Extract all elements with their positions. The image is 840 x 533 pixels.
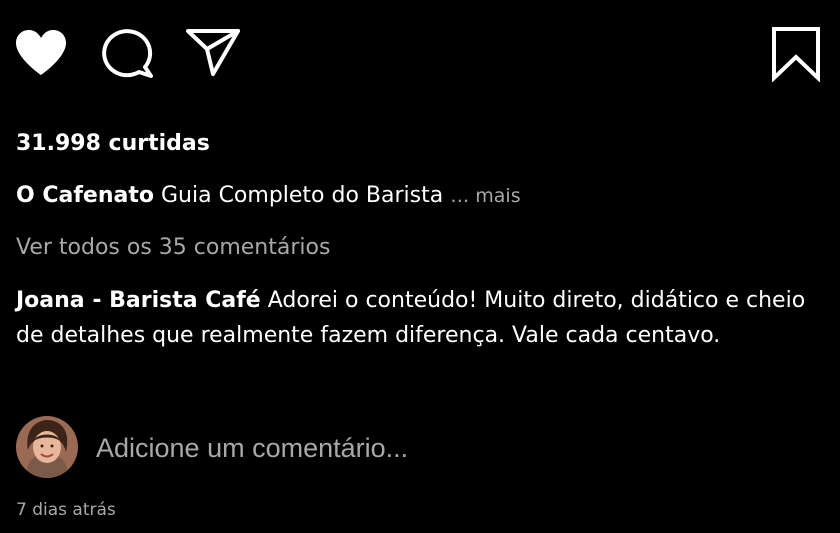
post-timestamp: 7 dias atrás xyxy=(16,500,116,520)
view-all-comments-link[interactable]: Ver todos os 35 comentários xyxy=(16,232,330,264)
caption-more-link[interactable]: … mais xyxy=(450,185,520,207)
bookmark-icon[interactable] xyxy=(770,26,822,82)
add-comment-input[interactable] xyxy=(96,430,696,466)
heart-icon[interactable] xyxy=(14,28,68,78)
likes-count[interactable]: 31.998 curtidas xyxy=(16,128,210,160)
post-caption: O Cafenato Guia Completo do Barista … ma… xyxy=(16,180,521,212)
post-action-bar xyxy=(0,0,840,110)
avatar[interactable] xyxy=(16,416,78,478)
caption-text: Guia Completo do Barista xyxy=(160,183,444,208)
paper-plane-icon[interactable] xyxy=(185,27,241,77)
caption-author[interactable]: O Cafenato xyxy=(16,183,154,208)
speech-bubble-icon[interactable] xyxy=(100,27,154,79)
comment-item: Joana - Barista Café Adorei o conteúdo! … xyxy=(16,284,826,353)
comment-author[interactable]: Joana - Barista Café xyxy=(16,288,261,313)
add-comment-row xyxy=(16,416,826,480)
